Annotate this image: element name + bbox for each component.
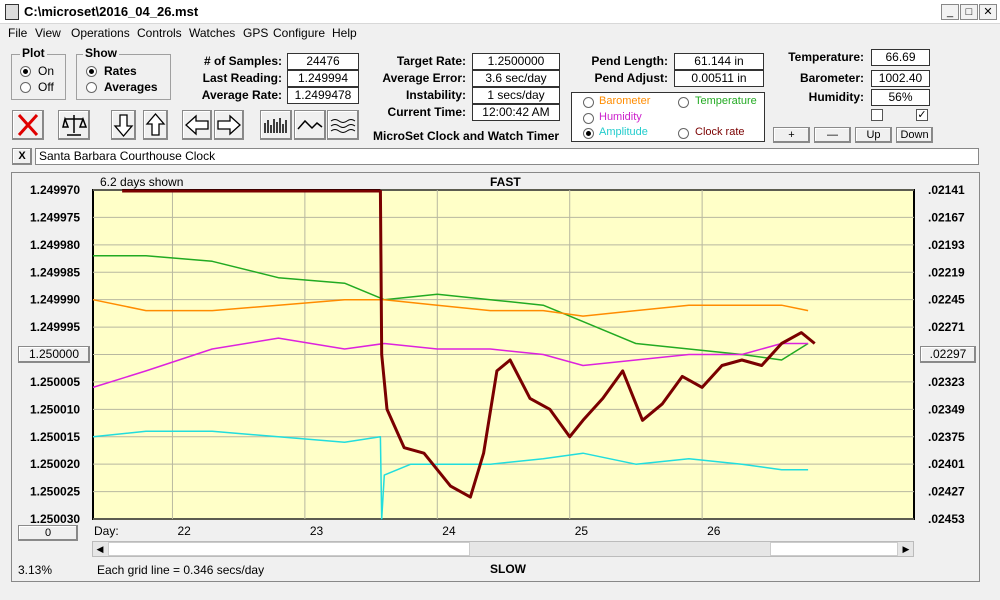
left-tick-label: 1.249995 xyxy=(30,320,80,334)
day-tick-label: 23 xyxy=(310,524,324,538)
day-tick-label: 26 xyxy=(707,524,721,538)
left-tick-label: 1.249970 xyxy=(30,183,80,197)
left-tick-label: 1.249985 xyxy=(30,265,80,279)
right-tick-label: .02245 xyxy=(928,293,965,307)
day-tick-label: 22 xyxy=(177,524,191,538)
left-tick-label: 1.250025 xyxy=(30,485,80,499)
right-tick-label: .02323 xyxy=(928,375,965,389)
left-tick-label: 1.250020 xyxy=(30,457,80,471)
right-tick-label: .02193 xyxy=(928,238,965,252)
right-tick-label: .02427 xyxy=(928,485,965,499)
left-tick-label: 1.249975 xyxy=(30,210,80,224)
right-tick-label: .02349 xyxy=(928,402,965,416)
right-tick-label: .02375 xyxy=(928,430,965,444)
left-tick-label: 1.250015 xyxy=(30,430,80,444)
left-tick-label: 1.250030 xyxy=(30,512,80,526)
left-tick-label: 1.250010 xyxy=(30,402,80,416)
left-tick-label: 1.249980 xyxy=(30,238,80,252)
left-tick-label: 1.249990 xyxy=(30,293,80,307)
day-tick-label: 24 xyxy=(442,524,456,538)
right-tick-label: .02167 xyxy=(928,210,965,224)
left-tick-label: 1.250005 xyxy=(30,375,80,389)
right-tick-label: .02219 xyxy=(928,265,965,279)
right-tick-label: .02453 xyxy=(928,512,965,526)
rate-chart: 22 23 24 25 26 1.249970 .02141 1.249975 .02167 1.… xyxy=(30,183,965,538)
right-tick-label: .02401 xyxy=(928,457,965,471)
right-tick-label: .02141 xyxy=(928,183,965,197)
right-tick-label: .02271 xyxy=(928,320,965,334)
day-tick-label: 25 xyxy=(575,524,589,538)
